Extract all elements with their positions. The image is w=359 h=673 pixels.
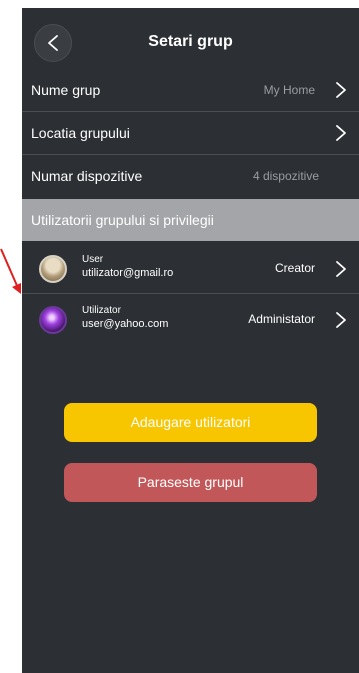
chevron-right-icon — [336, 82, 346, 98]
annotation-arrow — [0, 248, 21, 294]
user-row[interactable]: User utilizator@gmail.ro Creator — [22, 244, 359, 294]
user-name: Utilizator — [82, 305, 121, 316]
user-name: User — [82, 254, 104, 265]
header: Setari grup — [22, 14, 359, 70]
group-name-label: Nume grup — [31, 82, 101, 98]
user-email: utilizator@gmail.ro — [82, 267, 174, 279]
device-count-row: Numar dispozitive 4 dispozitive — [22, 156, 359, 198]
user-role: Administator — [248, 312, 315, 326]
users-section-header: Utilizatorii grupului si privilegii — [22, 199, 359, 241]
device-count-value: 4 dispozitive — [252, 169, 319, 183]
group-name-value: My Home — [263, 83, 315, 97]
page-title: Setari grup — [148, 33, 233, 50]
device-count-label: Numar dispozitive — [31, 168, 143, 184]
chevron-right-icon — [336, 312, 346, 328]
chevron-right-icon — [336, 261, 346, 277]
group-location-label: Locatia grupului — [31, 125, 130, 141]
group-location-row[interactable]: Locatia grupului — [22, 113, 359, 155]
avatar — [39, 306, 67, 334]
add-users-button[interactable]: Adaugare utilizatori — [64, 403, 317, 442]
user-email: user@yahoo.com — [82, 318, 169, 330]
user-role: Creator — [274, 261, 315, 275]
group-name-row[interactable]: Nume grup My Home — [22, 70, 359, 112]
phone-screen: Setari grup Nume grup My Home Locatia gr… — [22, 0, 359, 673]
section-title: Utilizatorii grupului si privilegii — [31, 212, 214, 228]
user-row[interactable]: Utilizator user@yahoo.com Administator — [22, 295, 359, 345]
avatar — [39, 255, 67, 283]
status-bar — [22, 0, 359, 8]
chevron-right-icon — [336, 125, 346, 141]
leave-group-button[interactable]: Paraseste grupul — [64, 463, 317, 502]
